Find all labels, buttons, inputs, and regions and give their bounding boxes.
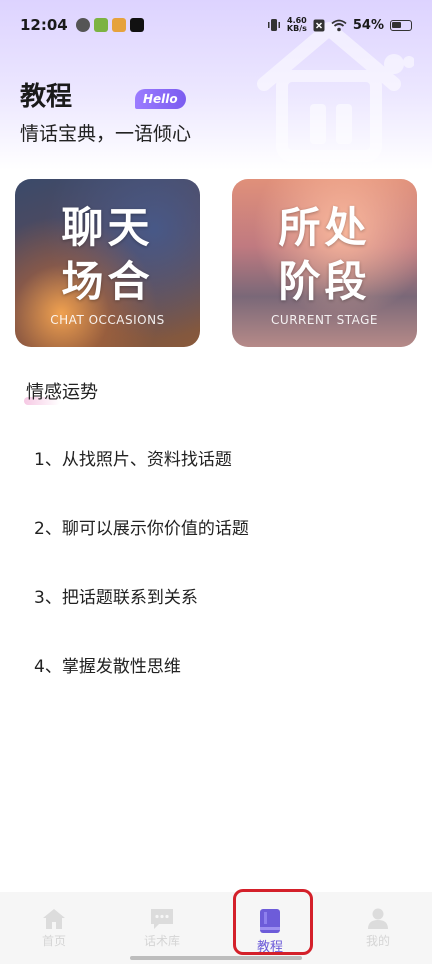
status-right: 4.60 KB/s 54% — [267, 17, 412, 33]
lesson-item[interactable]: 1、从找照片、资料找话题 — [34, 450, 249, 519]
app-notification-icon — [93, 18, 108, 32]
nav-item-profile[interactable]: 我的 — [324, 892, 432, 964]
card-title-line2: 场合 — [61, 257, 154, 306]
card-title-line1: 聊天 — [61, 203, 154, 252]
nav-label: 话术库 — [143, 934, 180, 948]
check-circle-icon — [75, 18, 90, 32]
card-title: 所处 阶段 — [232, 201, 417, 309]
card-title: 聊天 场合 — [15, 201, 200, 309]
wifi-icon — [331, 19, 347, 31]
page-title: 教程 — [20, 82, 73, 112]
lesson-item[interactable]: 3、把话题联系到关系 — [34, 588, 249, 657]
net-speed: 4.60 KB/s — [287, 17, 307, 33]
user-icon — [365, 908, 391, 930]
card-subtitle: CURRENT STAGE — [271, 313, 378, 327]
page-subtitle: 情话宝典，一语倾心 — [20, 123, 192, 145]
section-title: 情感运势 — [26, 382, 98, 403]
nav-item-home[interactable]: 首页 — [0, 892, 108, 964]
current-stage-card[interactable]: 所处 阶段 CURRENT STAGE — [232, 179, 417, 347]
highlight-annotation — [233, 889, 313, 955]
tiktok-icon — [129, 18, 144, 32]
home-icon — [41, 908, 67, 930]
weibo-icon — [111, 18, 126, 32]
status-bar: 12:04 4.60 KB/s 54% — [0, 0, 432, 50]
nav-label: 首页 — [41, 934, 66, 948]
chat-icon — [149, 908, 175, 930]
battery-percent: 54% — [352, 17, 384, 33]
notification-icons — [75, 18, 144, 32]
lesson-item[interactable]: 2、聊可以展示你价值的话题 — [34, 519, 249, 588]
battery-icon — [390, 19, 412, 31]
nav-item-chat-library[interactable]: 话术库 — [108, 892, 216, 964]
lesson-item[interactable]: 4、掌握发散性思维 — [34, 657, 249, 726]
no-sim-icon — [313, 19, 325, 31]
status-time: 12:04 — [20, 16, 68, 34]
card-title-line1: 所处 — [278, 203, 371, 252]
hello-badge: Hello — [135, 89, 186, 109]
nav-label: 我的 — [365, 934, 390, 948]
chat-occasions-card[interactable]: 聊天 场合 CHAT OCCASIONS — [15, 179, 200, 347]
bottom-nav: 首页 话术库 教程 我的 — [0, 892, 432, 964]
vibrate-icon — [267, 19, 280, 31]
card-subtitle: CHAT OCCASIONS — [50, 313, 165, 327]
card-title-line2: 阶段 — [278, 257, 371, 306]
net-speed-unit: KB/s — [286, 24, 307, 33]
lesson-list: 1、从找照片、资料找话题 2、聊可以展示你价值的话题 3、把话题联系到关系 4、… — [34, 450, 249, 726]
home-indicator[interactable] — [130, 956, 302, 960]
